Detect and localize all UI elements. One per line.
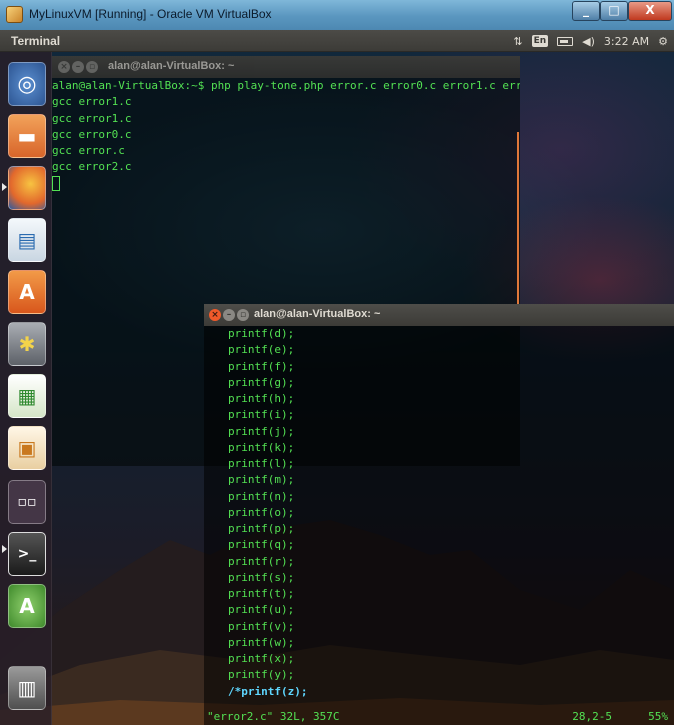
- minimize-window-button[interactable]: –: [223, 309, 235, 321]
- terminal-titlebar[interactable]: × – ▫ alan@alan-VirtualBox: ~: [52, 56, 520, 78]
- close-button[interactable]: X: [628, 1, 672, 21]
- vbox-titlebar: MyLinuxVM [Running] - Oracle VM VirtualB…: [0, 0, 674, 30]
- code-line: printf(n);: [228, 489, 295, 503]
- maximize-window-button[interactable]: ▫: [86, 61, 98, 73]
- software-updater-icon[interactable]: A: [8, 584, 46, 628]
- cursor-position: 28,2-5: [572, 710, 612, 723]
- code-line: printf(k);: [228, 440, 295, 454]
- code-line: printf(l);: [228, 457, 295, 470]
- firefox-icon[interactable]: [8, 166, 46, 210]
- ubuntu-launcher: ◎ ▬ ▤ A ✱ ▦ ▣ ▫▫ >_ A ▥: [0, 52, 52, 725]
- running-indicator: [2, 183, 7, 191]
- code-line: printf(i);: [228, 408, 295, 422]
- code-line: printf(v);: [228, 619, 295, 633]
- code-line: printf(f);: [228, 359, 295, 373]
- settings-gear-icon[interactable]: ⚙: [658, 35, 668, 48]
- close-window-button[interactable]: ×: [209, 309, 221, 321]
- virtualbox-app-icon: [6, 6, 23, 23]
- code-line: printf(w);: [228, 635, 295, 649]
- terminal-window-front[interactable]: × – ▫ alan@alan-VirtualBox: ~ printf(d);…: [204, 304, 674, 725]
- ubuntu-software-center-icon[interactable]: A: [8, 270, 46, 314]
- ubuntu-top-panel: Terminal ⇅ En ◀) 3:22 AM ⚙: [0, 30, 674, 52]
- window-title: MyLinuxVM [Running] - Oracle VM VirtualB…: [29, 7, 272, 21]
- terminal-line: gcc error2.c: [52, 160, 132, 174]
- code-line: printf(o);: [228, 505, 295, 519]
- network-updown-icon[interactable]: ⇅: [513, 35, 522, 48]
- trash-icon[interactable]: ▥: [8, 666, 46, 710]
- code-line: printf(e);: [228, 343, 295, 357]
- libreoffice-impress-icon[interactable]: ▣: [8, 426, 46, 470]
- code-line: printf(j);: [228, 424, 295, 438]
- code-line: printf(s);: [228, 570, 295, 584]
- running-indicator: [2, 545, 7, 553]
- code-line: printf(t);: [228, 587, 295, 600]
- text-cursor: [52, 175, 60, 191]
- battery-icon[interactable]: [557, 36, 574, 46]
- minimize-button[interactable]: _: [572, 1, 600, 21]
- comment-line: /*printf(z);: [228, 684, 308, 698]
- maximize-button[interactable]: □: [600, 1, 628, 21]
- keyboard-layout-indicator[interactable]: En: [531, 35, 549, 47]
- terminal-title: alan@alan-VirtualBox: ~: [108, 60, 235, 72]
- code-line: printf(d);: [228, 327, 295, 340]
- scrollbar[interactable]: [517, 132, 519, 304]
- libreoffice-calc-icon[interactable]: ▦: [8, 374, 46, 418]
- code-line: printf(x);: [228, 652, 295, 665]
- code-line: printf(g);: [228, 375, 295, 389]
- code-line: printf(q);: [228, 538, 295, 552]
- vim-buffer[interactable]: printf(d); printf(e); printf(f); printf(…: [204, 326, 674, 700]
- terminal-line: gcc error1.c: [52, 111, 132, 125]
- terminal-line: gcc error.c: [52, 144, 125, 157]
- maximize-window-button[interactable]: ▫: [237, 309, 249, 321]
- code-line: printf(h);: [228, 392, 295, 405]
- workspace-switcher-icon[interactable]: ▫▫: [8, 480, 46, 524]
- terminal-title: alan@alan-VirtualBox: ~: [254, 308, 381, 320]
- files-icon[interactable]: ▬: [8, 114, 46, 158]
- scroll-percent: 55%: [648, 710, 668, 723]
- panel-indicators: ⇅ En ◀) 3:22 AM ⚙: [513, 32, 668, 50]
- file-info: "error2.c" 32L, 357C: [207, 710, 340, 723]
- libreoffice-writer-icon[interactable]: ▤: [8, 218, 46, 262]
- code-line: printf(r);: [228, 554, 295, 568]
- terminal-line: gcc error0.c: [52, 127, 132, 141]
- terminal-titlebar[interactable]: × – ▫ alan@alan-VirtualBox: ~: [204, 304, 674, 326]
- vim-editor[interactable]: printf(d); printf(e); printf(f); printf(…: [204, 326, 674, 725]
- volume-icon[interactable]: ◀): [582, 35, 595, 48]
- minimize-window-button[interactable]: –: [72, 61, 84, 73]
- terminal-line: alan@alan-VirtualBox:~$ php play-tone.ph…: [52, 79, 520, 92]
- code-line: printf(y);: [228, 668, 295, 682]
- code-line: printf(m);: [228, 473, 295, 487]
- code-line: printf(u);: [228, 603, 295, 617]
- terminal-icon[interactable]: >_: [8, 532, 46, 576]
- terminal-line: gcc error1.c: [52, 95, 132, 109]
- vm-display[interactable]: Terminal ⇅ En ◀) 3:22 AM ⚙ ◎ ▬ ▤ A ✱ ▦ ▣…: [0, 30, 674, 725]
- close-window-button[interactable]: ×: [58, 61, 70, 73]
- vim-status-line: "error2.c" 32L, 357C 28,2-5 55%: [204, 709, 674, 725]
- code-line: printf(p);: [228, 522, 295, 535]
- clock[interactable]: 3:22 AM: [604, 35, 649, 48]
- system-settings-icon[interactable]: ✱: [8, 322, 46, 366]
- dash-home-icon[interactable]: ◎: [8, 62, 46, 106]
- active-app-name: Terminal: [11, 34, 61, 48]
